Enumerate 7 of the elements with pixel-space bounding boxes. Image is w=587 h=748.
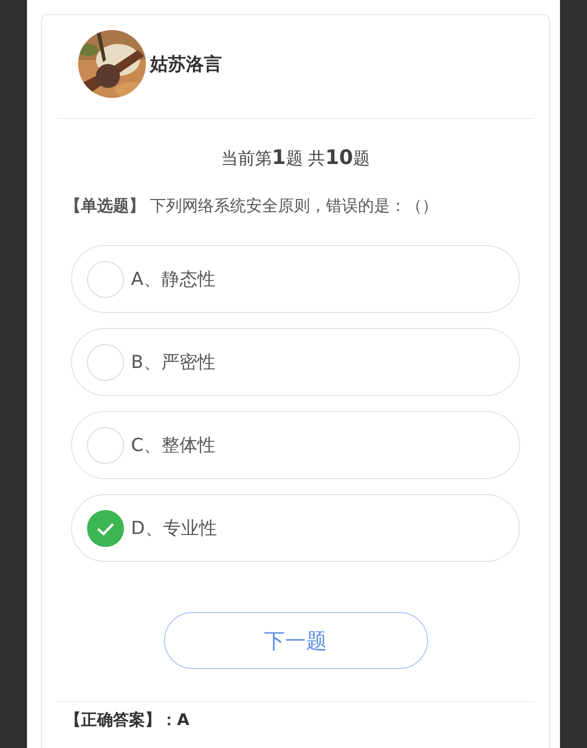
- answer-option[interactable]: D、专业性: [71, 494, 520, 562]
- correct-answer: 【正确答案】：A: [65, 710, 190, 730]
- user-name: 姑苏洛言: [150, 53, 222, 76]
- answer-option[interactable]: C、整体性: [71, 411, 520, 479]
- answer-option[interactable]: A、静态性: [71, 245, 520, 313]
- answer-option[interactable]: B、严密性: [71, 328, 520, 396]
- question-text: 【单选题】 下列网络系统安全原则，错误的是：（）: [65, 196, 440, 217]
